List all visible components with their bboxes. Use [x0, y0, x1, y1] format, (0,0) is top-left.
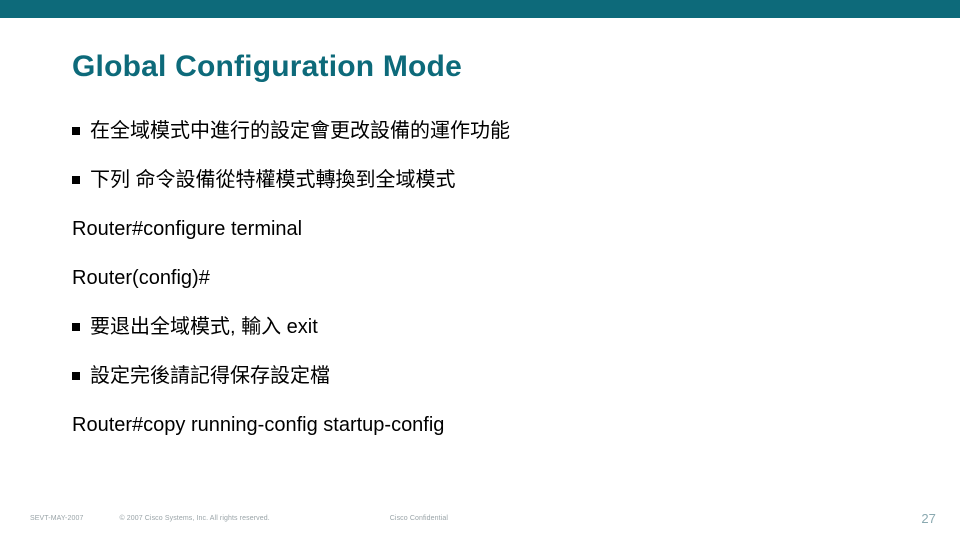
footer: SEVT-MAY-2007 © 2007 Cisco Systems, Inc.…	[30, 511, 936, 526]
bullet-item: 設定完後請記得保存設定檔	[72, 363, 900, 390]
square-bullet-icon	[72, 323, 80, 331]
page-title: Global Configuration Mode	[72, 50, 900, 84]
footer-left: SEVT-MAY-2007	[30, 515, 83, 522]
code-line: Router#configure terminal	[72, 216, 900, 243]
content-area: Global Configuration Mode 在全域模式中進行的設定會更改…	[72, 50, 900, 461]
page-number: 27	[921, 511, 936, 526]
bullet-item: 要退出全域模式, 輸入 exit	[72, 314, 900, 341]
bullet-text: 要退出全域模式, 輸入 exit	[90, 314, 318, 341]
top-bar	[0, 0, 960, 18]
slide: Global Configuration Mode 在全域模式中進行的設定會更改…	[0, 0, 960, 540]
bullet-item: 在全域模式中進行的設定會更改設備的運作功能	[72, 118, 900, 145]
bullet-text: 在全域模式中進行的設定會更改設備的運作功能	[90, 118, 510, 145]
footer-confidential: Cisco Confidential	[390, 515, 448, 522]
bullet-text: 設定完後請記得保存設定檔	[90, 363, 330, 390]
code-line: Router(config)#	[72, 265, 900, 292]
code-line: Router#copy running-config startup-confi…	[72, 412, 900, 439]
bullet-text: 下列 命令設備從特權模式轉換到全域模式	[90, 167, 456, 194]
square-bullet-icon	[72, 127, 80, 135]
square-bullet-icon	[72, 372, 80, 380]
square-bullet-icon	[72, 176, 80, 184]
bullet-item: 下列 命令設備從特權模式轉換到全域模式	[72, 167, 900, 194]
footer-copyright: © 2007 Cisco Systems, Inc. All rights re…	[119, 515, 269, 522]
